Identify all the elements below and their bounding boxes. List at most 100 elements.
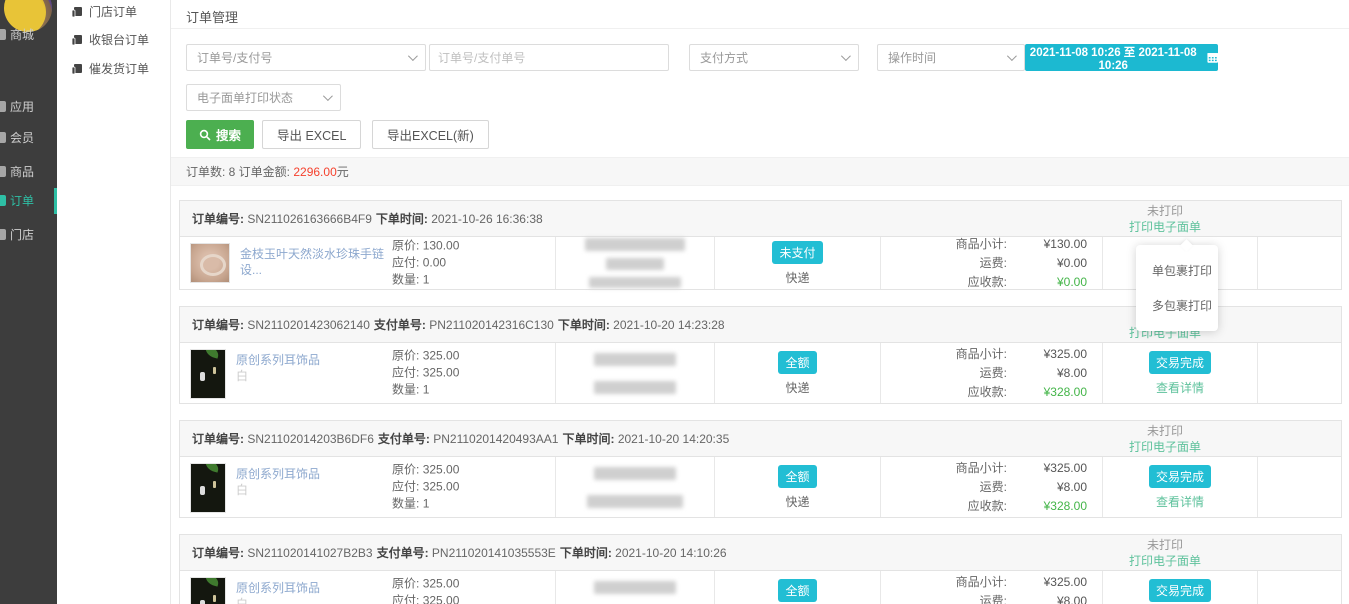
sidebar-item-members[interactable]: 会员 bbox=[0, 125, 57, 151]
order-summary-bar: 订单数: 8 订单金额: 2296.00元 bbox=[171, 157, 1349, 186]
pay-status-badge: 未支付 bbox=[772, 241, 822, 264]
select-value: 操作时间 bbox=[888, 49, 936, 66]
sidebar-item-mall[interactable]: 商城 bbox=[0, 22, 57, 48]
apps-icon bbox=[0, 101, 6, 112]
product-variant: 白 bbox=[236, 596, 396, 604]
product-name-link[interactable]: 原创系列耳饰品 bbox=[236, 352, 394, 368]
product-image[interactable] bbox=[190, 463, 226, 513]
order-field-select[interactable]: 订单号/支付号 bbox=[186, 44, 426, 71]
order-no-label: 订单编号: bbox=[192, 318, 244, 332]
sidebar-item-apps[interactable]: 应用 bbox=[0, 94, 57, 120]
action-cell: 交易完成 查看详情 bbox=[1102, 343, 1257, 403]
payment-status-cell: 全额 快递 bbox=[714, 457, 880, 517]
blurred-customer-info bbox=[585, 238, 685, 251]
submenu-item-cashier-orders[interactable]: 收银台订单 bbox=[71, 32, 149, 48]
search-button[interactable]: 搜索 bbox=[186, 120, 254, 149]
order-time-label: 下单时间: bbox=[560, 546, 612, 560]
export-excel-button[interactable]: 导出 EXCEL bbox=[262, 120, 361, 149]
blurred-customer-info bbox=[594, 381, 676, 394]
product-price-info: 原价: 130.00 应付: 0.00 数量: 1 bbox=[392, 238, 459, 289]
payable-label: 应付: bbox=[392, 366, 419, 380]
amounts-cell: 商品小计:¥325.00 运费:¥8.00 应收款:¥328.00 bbox=[880, 571, 1102, 604]
view-detail-link[interactable]: 查看详情 bbox=[1156, 493, 1204, 510]
mall-icon bbox=[0, 29, 6, 40]
orig-price-value: 325.00 bbox=[423, 577, 460, 591]
product-price-info: 原价: 325.00 应付: 325.00 数量: 1 bbox=[392, 348, 459, 399]
payable-value: 325.00 bbox=[423, 366, 460, 380]
view-detail-link[interactable]: 查看详情 bbox=[1156, 379, 1204, 396]
pay-status-badge: 全额 bbox=[778, 579, 816, 602]
sidebar-item-goods[interactable]: 商品 bbox=[0, 159, 57, 185]
order-status-badge: 交易完成 bbox=[1149, 579, 1211, 602]
product-cell: 原创系列耳饰品 白 原价: 325.00 应付: 325.00 数量: 1 bbox=[180, 457, 555, 517]
document-icon bbox=[71, 6, 83, 18]
customer-cell-blurred bbox=[555, 237, 714, 289]
order-status-badge: 交易完成 bbox=[1149, 465, 1211, 488]
receivable-label: 应收款: bbox=[968, 274, 1007, 290]
order-no-label: 订单编号: bbox=[192, 212, 244, 226]
qty-label: 数量: bbox=[392, 273, 419, 287]
product-image[interactable] bbox=[190, 243, 230, 283]
customer-cell-blurred bbox=[555, 571, 714, 604]
print-waybill-link[interactable]: 打印电子面单 bbox=[1080, 439, 1250, 455]
summary-amount: 2296.00 bbox=[293, 165, 336, 179]
order-number-input[interactable] bbox=[429, 44, 669, 71]
main-sidebar: 商城 应用 会员 商品 订单 门店 bbox=[0, 0, 57, 604]
sidebar-item-label: 会员 bbox=[10, 131, 34, 145]
payment-status-cell: 全额 快递 bbox=[714, 571, 880, 604]
product-cell: 原创系列耳饰品 白 原价: 325.00 应付: 325.00 数量: 1 bbox=[180, 343, 555, 403]
payment-status-cell: 未支付 快递 bbox=[714, 237, 880, 289]
subtotal-label: 商品小计: bbox=[956, 236, 1007, 252]
submenu-item-store-orders[interactable]: 门店订单 bbox=[71, 4, 137, 20]
multi-package-print-option[interactable]: 多包裹打印 bbox=[1136, 288, 1218, 323]
receivable-value: ¥0.00 bbox=[1007, 274, 1087, 290]
single-package-print-option[interactable]: 单包裹打印 bbox=[1136, 253, 1218, 288]
print-status: 未打印 bbox=[1080, 423, 1250, 439]
order-submenu: 门店订单 收银台订单 催发货订单 bbox=[57, 0, 170, 604]
payable-label: 应付: bbox=[392, 480, 419, 494]
submenu-item-label: 收银台订单 bbox=[89, 32, 149, 48]
export-label: 导出 EXCEL bbox=[277, 125, 346, 144]
pay-method-select[interactable]: 支付方式 bbox=[689, 44, 859, 71]
customer-cell-blurred bbox=[555, 457, 714, 517]
active-indicator bbox=[54, 188, 57, 214]
payable-value: 0.00 bbox=[423, 256, 446, 270]
export-excel-new-button[interactable]: 导出EXCEL(新) bbox=[372, 120, 489, 149]
submenu-item-urge-orders[interactable]: 催发货订单 bbox=[71, 61, 149, 77]
waybill-status-select[interactable]: 电子面单打印状态 bbox=[186, 84, 341, 111]
delivery-method: 快递 bbox=[785, 493, 809, 510]
order-row: 原创系列耳饰品 白 原价: 325.00 应付: 325.00 数量: 1 全额 bbox=[180, 571, 1341, 604]
print-options-popup: 单包裹打印 多包裹打印 bbox=[1136, 245, 1218, 331]
product-name-link[interactable]: 原创系列耳饰品 bbox=[236, 466, 394, 482]
amounts-cell: 商品小计:¥325.00 运费:¥8.00 应收款:¥328.00 bbox=[880, 343, 1102, 403]
date-range-button[interactable]: 2021-11-08 10:26 至 2021-11-08 10:26 bbox=[1025, 44, 1218, 71]
sidebar-item-orders[interactable]: 订单 bbox=[0, 188, 57, 214]
subtotal-label: 商品小计: bbox=[956, 574, 1007, 590]
sidebar-item-label: 应用 bbox=[10, 100, 34, 114]
empty-cell bbox=[1257, 571, 1341, 604]
product-image[interactable] bbox=[190, 349, 226, 399]
document-icon bbox=[71, 34, 83, 46]
product-image[interactable] bbox=[190, 577, 226, 604]
members-icon bbox=[0, 132, 6, 143]
chevron-down-icon bbox=[408, 51, 418, 61]
shipping-label: 运费: bbox=[980, 255, 1007, 271]
orig-price-label: 原价: bbox=[392, 463, 419, 477]
print-waybill-link[interactable]: 打印电子面单 bbox=[1080, 219, 1250, 235]
document-icon bbox=[71, 63, 83, 75]
qty-value: 1 bbox=[423, 497, 430, 511]
submenu-item-label: 催发货订单 bbox=[89, 61, 149, 77]
print-waybill-link[interactable]: 打印电子面单 bbox=[1080, 553, 1250, 569]
product-name-link[interactable]: 金枝玉叶天然淡水珍珠手链设... bbox=[240, 246, 398, 278]
orig-price-label: 原价: bbox=[392, 239, 419, 253]
product-name-link[interactable]: 原创系列耳饰品 bbox=[236, 580, 394, 596]
receivable-label: 应收款: bbox=[968, 498, 1007, 514]
sidebar-item-stores[interactable]: 门店 bbox=[0, 222, 57, 248]
order-time-value: 2021-10-20 14:23:28 bbox=[613, 318, 724, 332]
time-type-select[interactable]: 操作时间 bbox=[877, 44, 1025, 71]
pay-no-value: PN2110201420493AA1 bbox=[433, 432, 558, 446]
chevron-down-icon bbox=[841, 51, 851, 61]
page-title: 订单管理 bbox=[186, 7, 238, 26]
orig-price-label: 原价: bbox=[392, 577, 419, 591]
order-no-label: 订单编号: bbox=[192, 432, 244, 446]
